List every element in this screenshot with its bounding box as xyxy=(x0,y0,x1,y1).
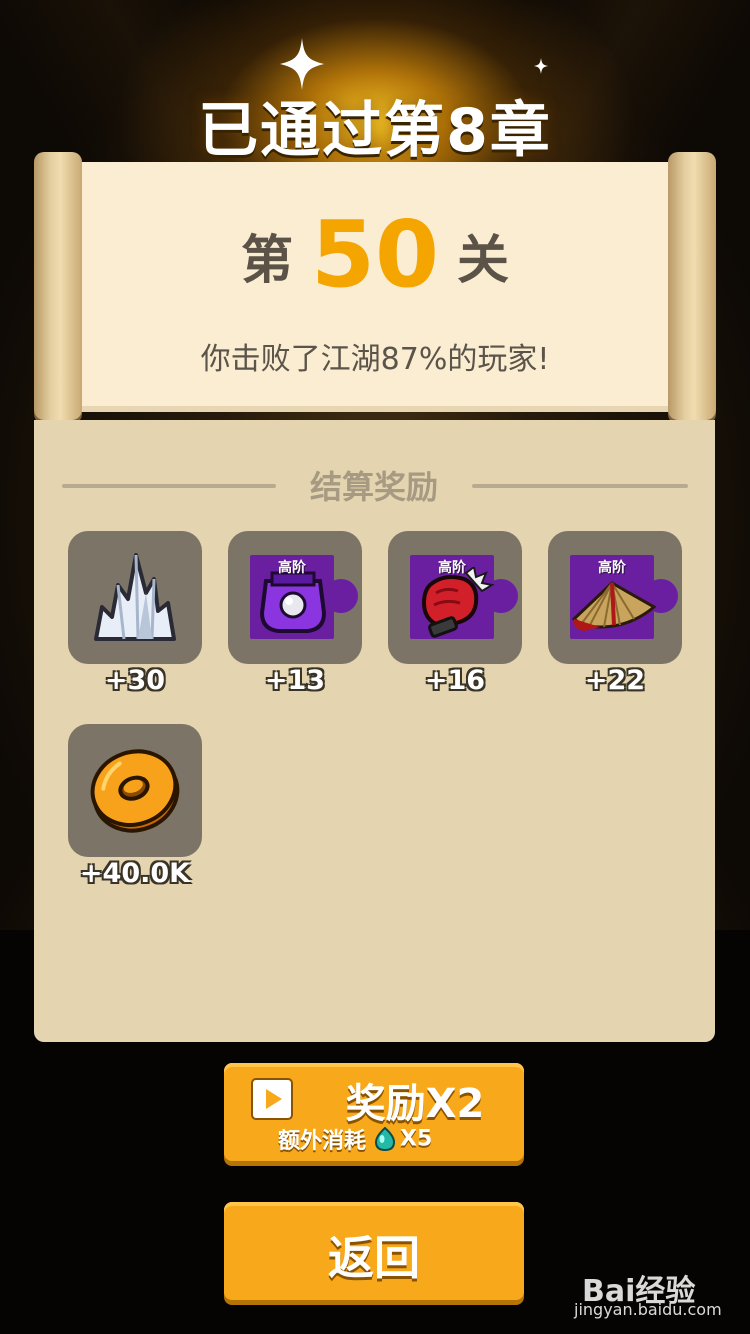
red-fist-fragment-icon xyxy=(421,567,495,638)
tier-label: 高阶 xyxy=(278,560,306,576)
stage-indicator: 第 50 关 xyxy=(80,205,670,305)
reward-section-header: 结算奖励 xyxy=(62,462,688,506)
double-reward-button[interactable]: 奖励X2 额外消耗 X5 xyxy=(224,1063,524,1161)
reward-item-gold[interactable]: +40.0K xyxy=(68,724,202,889)
extra-cost-quantity: X5 xyxy=(400,1126,433,1152)
reward-item-crystal[interactable]: +30 xyxy=(68,531,202,696)
fragment-notch xyxy=(324,579,358,613)
stage-number: 50 xyxy=(310,201,440,308)
watermark-site: jingyan.baidu.com xyxy=(574,1300,722,1319)
teal-drop-icon xyxy=(375,1126,396,1152)
reward-section-title: 结算奖励 xyxy=(309,468,438,506)
divider-line-right xyxy=(472,484,688,488)
scroll-roll-right xyxy=(668,152,716,420)
reward-amount: +16 xyxy=(424,665,486,696)
divider-line-left xyxy=(62,484,276,488)
return-label: 返回 xyxy=(328,1231,420,1285)
extra-cost: 额外消耗 X5 xyxy=(278,1123,432,1155)
reward-item-gauntlet-fragment[interactable]: 高阶 +13 xyxy=(228,531,362,696)
stage-prefix: 第 xyxy=(240,230,293,291)
reward-amount: +13 xyxy=(264,665,326,696)
double-reward-label: 奖励X2 xyxy=(345,1081,485,1127)
reward-item-fist-fragment[interactable]: 高阶 +16 xyxy=(388,531,522,696)
defeat-percentage-text: 你击败了江湖87%的玩家! xyxy=(200,342,550,377)
sparkle-small-icon xyxy=(534,58,548,74)
gold-coin-icon xyxy=(90,749,180,833)
tier-label: 高阶 xyxy=(438,560,466,576)
chapter-title: 已通过第8章 xyxy=(198,96,552,166)
extra-cost-label: 额外消耗 xyxy=(278,1129,367,1154)
reward-amount: +30 xyxy=(104,665,166,696)
purple-gauntlet-fragment-icon xyxy=(259,571,327,633)
watermark: Bai经验 jingyan.baidu.com xyxy=(574,1262,724,1326)
video-play-icon xyxy=(251,1078,293,1120)
silver-crystal-icon xyxy=(94,553,176,641)
bamboo-hat-fragment-icon xyxy=(571,581,656,631)
tier-label: 高阶 xyxy=(598,560,626,576)
reward-amount: +22 xyxy=(584,665,646,696)
scroll-roll-left xyxy=(34,152,82,420)
stage-suffix: 关 xyxy=(457,230,510,291)
reward-item-hat-fragment[interactable]: 高阶 +22 xyxy=(548,531,682,696)
reward-amount: +40.0K xyxy=(79,858,191,889)
return-button[interactable]: 返回 xyxy=(224,1202,524,1300)
